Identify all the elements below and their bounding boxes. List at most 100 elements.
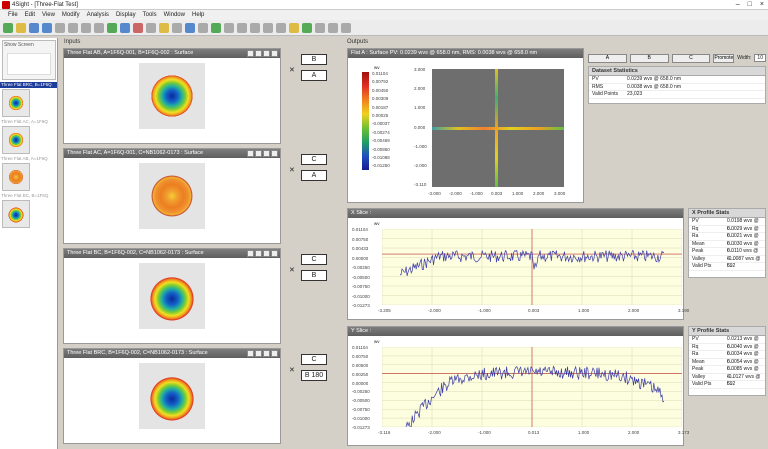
minimize-icon[interactable]: – — [736, 0, 740, 10]
copy-icon[interactable] — [263, 250, 270, 257]
menu-window[interactable]: Window — [164, 12, 185, 18]
options-icon[interactable] — [255, 150, 262, 157]
y-slice-title: Y Slice : — [348, 327, 683, 336]
maximize-icon[interactable]: □ — [748, 0, 752, 10]
play-icon[interactable] — [289, 22, 299, 33]
menu-view[interactable]: View — [42, 12, 55, 18]
stat-value: 0.0213 wvs @ 6... — [727, 336, 759, 350]
flat-top-box[interactable]: B — [301, 54, 327, 65]
flat-bottom-box[interactable]: A — [301, 170, 327, 181]
show-screen-thumb[interactable]: Show Screen — [2, 40, 56, 80]
stop-icon[interactable] — [315, 22, 325, 33]
swap-icon[interactable]: ✕ — [289, 66, 295, 74]
surface-plot[interactable] — [432, 69, 564, 187]
stat-key: PV — [692, 336, 699, 342]
x-slice-unit: wv — [374, 221, 380, 226]
input-panel-title: Three Flat AC, A=1F6Q-001, C=NB1062-0173… — [67, 150, 204, 156]
slice-icon[interactable] — [276, 22, 286, 33]
x-slice-plot[interactable] — [382, 229, 682, 305]
copy-icon[interactable] — [263, 50, 270, 57]
slice-x-tick: 3.173 — [678, 430, 690, 435]
menu-analysis[interactable]: Analysis — [87, 12, 109, 18]
surface-map[interactable] — [139, 63, 205, 129]
save-icon[interactable] — [29, 22, 39, 33]
layout-icon[interactable] — [341, 22, 351, 33]
zoom-icon[interactable] — [247, 50, 254, 57]
y-slice-plot[interactable] — [382, 347, 682, 427]
menu-tools[interactable]: Tools — [143, 12, 157, 18]
settings-icon[interactable] — [198, 22, 208, 33]
thumb-item-1[interactable]: Three Flat BRC, B=1F6Q — [0, 82, 57, 117]
surface-c-button[interactable]: C — [671, 53, 711, 63]
surface-map[interactable] — [139, 163, 205, 229]
close-icon[interactable]: × — [760, 0, 764, 10]
flat-top-box[interactable]: C — [301, 254, 327, 265]
panel-buttons — [247, 250, 278, 257]
menu-display[interactable]: Display — [116, 12, 136, 18]
fit-icon[interactable] — [328, 22, 338, 33]
close-icon[interactable] — [271, 150, 278, 157]
align-icon[interactable] — [224, 22, 234, 33]
flat-bottom-box[interactable]: B — [301, 270, 327, 281]
swap-icon[interactable]: ✕ — [289, 166, 295, 174]
width-select[interactable]: 10 — [754, 54, 766, 62]
flat-y-tick: -3.110 — [414, 182, 427, 188]
copy-icon[interactable] — [263, 350, 270, 357]
stat-value: -0.0127 wvs @ 6... — [727, 373, 761, 388]
surface-map[interactable] — [139, 263, 205, 329]
options-icon[interactable] — [255, 350, 262, 357]
paste-icon[interactable] — [94, 22, 104, 33]
tool-icon[interactable] — [172, 22, 182, 33]
thumb-item-3[interactable]: Three Flat AB, A=1F6Q — [0, 156, 57, 191]
close-icon[interactable] — [271, 250, 278, 257]
flat-bottom-box[interactable]: A — [301, 70, 327, 81]
thumb-item-4[interactable]: Three Flat BC, B=1F6Q — [0, 193, 57, 228]
options-icon[interactable] — [255, 250, 262, 257]
view-icon[interactable] — [185, 22, 195, 33]
copy-icon[interactable] — [81, 22, 91, 33]
mask-icon[interactable] — [250, 22, 260, 33]
zoom-icon[interactable] — [247, 150, 254, 157]
flat-top-box[interactable]: C — [301, 354, 327, 365]
surface-b-button[interactable]: B — [629, 53, 669, 63]
flat-bottom-box[interactable]: B 180 — [301, 370, 327, 381]
zoom-icon[interactable] — [247, 250, 254, 257]
camera-icon[interactable] — [120, 22, 130, 33]
promote-button[interactable]: Promote — [713, 53, 735, 63]
copy-icon[interactable] — [263, 150, 270, 157]
panel-buttons — [247, 350, 278, 357]
zoom-icon[interactable] — [146, 22, 156, 33]
open-folder-icon[interactable] — [16, 22, 26, 33]
options-icon[interactable] — [255, 50, 262, 57]
swap-icon[interactable]: ✕ — [289, 366, 295, 374]
colorbar-tick: 0.01104 — [372, 71, 388, 76]
thumb-item-2[interactable]: Three Flat AC, A=1F6Q — [0, 119, 57, 154]
new-icon[interactable] — [3, 22, 13, 33]
run-icon[interactable] — [302, 22, 312, 33]
close-icon[interactable] — [271, 50, 278, 57]
menu-modify[interactable]: Modify — [62, 12, 80, 18]
menu-help[interactable]: Help — [192, 12, 204, 18]
cut-icon[interactable] — [68, 22, 78, 33]
flat-top-box[interactable]: C — [301, 154, 327, 165]
surface-map[interactable] — [139, 363, 205, 429]
palette-icon[interactable] — [159, 22, 169, 33]
menu-file[interactable]: File — [8, 12, 18, 18]
menu-edit[interactable]: Edit — [25, 12, 35, 18]
swap-icon[interactable]: ✕ — [289, 266, 295, 274]
surface-a-button[interactable]: A — [588, 53, 627, 63]
slice-y-tick: 0.01104 — [352, 345, 368, 350]
report-icon[interactable] — [211, 22, 221, 33]
profile-icon[interactable] — [263, 22, 273, 33]
close-icon[interactable] — [271, 350, 278, 357]
stat-key: Valley — [692, 255, 706, 262]
slice-y-tick: -0.00250 — [352, 389, 370, 395]
grid-icon[interactable] — [237, 22, 247, 33]
menu-bar: File Edit View Modify Analysis Display T… — [0, 10, 768, 20]
stat-key: Rq — [692, 343, 699, 350]
measure-icon[interactable] — [107, 22, 117, 33]
save-all-icon[interactable] — [42, 22, 52, 33]
print-icon[interactable] — [55, 22, 65, 33]
analyze-icon[interactable] — [133, 22, 143, 33]
zoom-icon[interactable] — [247, 350, 254, 357]
